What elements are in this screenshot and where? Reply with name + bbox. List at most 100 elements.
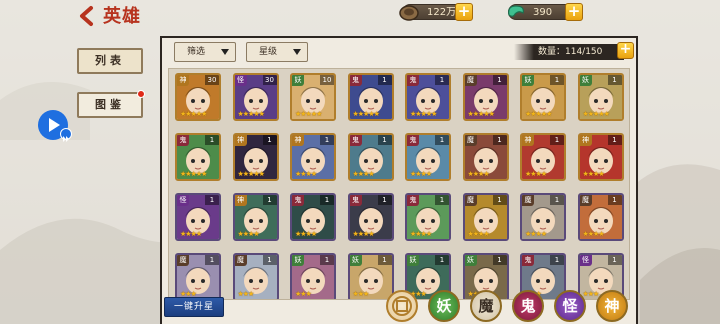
hero-stars: ★★★★ bbox=[525, 230, 547, 238]
hero-card[interactable]: 鬼 1 ★★★★★ bbox=[347, 73, 394, 121]
hero-stars: ★★★★ bbox=[295, 230, 317, 238]
hero-faction-badge: 妖 bbox=[407, 255, 419, 266]
hero-card[interactable]: 魔 1 ★★★★ bbox=[462, 133, 509, 181]
hero-level: 1 bbox=[435, 75, 449, 85]
hero-card[interactable]: 妖 1 ★★★★★ bbox=[577, 73, 624, 121]
hero-level: 30 bbox=[205, 75, 219, 85]
faction-filter-all[interactable] bbox=[386, 290, 418, 322]
one-click-upgrade-button[interactable]: 一键升星 bbox=[164, 297, 224, 317]
top-bar: 英雄 122万 + 390 + bbox=[0, 0, 720, 34]
hero-level: 1 bbox=[377, 195, 392, 205]
faction-filter-mo[interactable]: 魔 bbox=[470, 290, 502, 322]
faction-filter-shen[interactable]: 神 bbox=[596, 290, 628, 322]
hero-card[interactable]: 妖 1 ★★★ bbox=[347, 253, 394, 299]
hero-stars: ★★★★★ bbox=[582, 110, 610, 118]
tab-list-label: 列表 bbox=[95, 54, 125, 67]
faction-filter-yao[interactable]: 妖 bbox=[428, 290, 460, 322]
hero-faction-badge: 神 bbox=[522, 135, 534, 146]
hero-stars: ★★★★★ bbox=[410, 110, 437, 118]
hero-card[interactable]: 神 30 ★★★★★ bbox=[175, 73, 221, 121]
hero-card[interactable]: 魔 1 ★★★★★ bbox=[462, 73, 509, 121]
hero-level: 1 bbox=[435, 255, 449, 265]
hero-stars: ★★★★ bbox=[352, 230, 375, 238]
hero-stars: ★★★ bbox=[582, 290, 600, 298]
expand-capacity-button[interactable]: + bbox=[617, 42, 634, 59]
hero-faction-badge: 神 bbox=[234, 195, 247, 206]
faction-filter-gui-label: 鬼 bbox=[520, 297, 536, 315]
hero-stars: ★★★ bbox=[352, 290, 370, 298]
hero-faction-badge: 鬼 bbox=[407, 195, 419, 206]
hero-card[interactable]: 神 1 ★★★★★ bbox=[232, 133, 279, 181]
hero-faction-badge: 魔 bbox=[234, 255, 247, 266]
hero-level: 1 bbox=[262, 195, 277, 205]
hero-card[interactable]: 魔 1 ★★★★ bbox=[520, 193, 566, 241]
tab-codex[interactable]: 图鉴 bbox=[77, 90, 145, 118]
hero-card[interactable]: 鬼 1 ★★★★ bbox=[405, 193, 451, 241]
hero-stars: ★★★★ bbox=[467, 170, 490, 178]
hero-card[interactable]: 妖 10 ★★★★★ bbox=[290, 73, 336, 121]
add-jade-button[interactable]: + bbox=[565, 3, 583, 21]
coin-icon bbox=[399, 5, 419, 21]
hero-card[interactable]: 妖 1 ★★★ bbox=[290, 253, 336, 299]
hero-card[interactable]: 妖 1 ★★★★★ bbox=[520, 73, 566, 121]
hero-stars: ★★★★★ bbox=[237, 110, 265, 118]
hero-card[interactable]: 鬼 1 ★★★★ bbox=[290, 193, 336, 241]
hero-stars: ★★★★★ bbox=[467, 110, 495, 118]
hero-stars: ★★★★ bbox=[582, 230, 605, 238]
hero-level: 1 bbox=[492, 255, 507, 265]
chevron-down-icon bbox=[293, 49, 301, 55]
hero-level: 1 bbox=[320, 135, 334, 145]
hero-card[interactable]: 怪 30 ★★★★★ bbox=[232, 73, 279, 121]
hero-faction-badge: 魔 bbox=[464, 195, 477, 206]
faction-filter-guai-label: 怪 bbox=[562, 297, 578, 315]
hero-level: 1 bbox=[435, 135, 449, 145]
hero-card[interactable]: 鬼 1 ★★★★ bbox=[347, 193, 394, 241]
hero-faction-badge: 魔 bbox=[177, 255, 189, 266]
tab-list[interactable]: 列表 bbox=[77, 48, 143, 74]
faction-filter-gui[interactable]: 鬼 bbox=[512, 290, 544, 322]
hero-level: 1 bbox=[262, 255, 277, 265]
hero-card[interactable]: 神 1 ★★★★ bbox=[520, 133, 566, 181]
hero-card[interactable]: 怪 1 ★★★★ bbox=[175, 193, 221, 241]
filter-dropdown[interactable]: 筛选 bbox=[174, 42, 236, 62]
hero-level: 10 bbox=[320, 75, 334, 85]
hero-faction-badge: 神 bbox=[579, 135, 592, 146]
hero-stars: ★★★★ bbox=[180, 230, 202, 238]
jade-icon bbox=[508, 5, 524, 17]
hero-card[interactable]: 鬼 1 ★★★★ bbox=[347, 133, 394, 181]
hero-stars: ★★★★ bbox=[525, 170, 547, 178]
hero-card[interactable]: 鬼 1 ★★★★★ bbox=[405, 73, 451, 121]
hero-card[interactable]: 魔 1 ★★★ bbox=[175, 253, 221, 299]
hero-card[interactable]: 鬼 1 ★★★★★ bbox=[175, 133, 221, 181]
hero-stars: ★★★★★ bbox=[180, 170, 207, 178]
hero-level: 1 bbox=[607, 255, 622, 265]
faction-filter-yao-label: 妖 bbox=[436, 297, 452, 315]
hero-card[interactable]: 魔 1 ★★★ bbox=[232, 253, 279, 299]
star-dropdown[interactable]: 星级 bbox=[246, 42, 308, 62]
faction-filter-guai[interactable]: 怪 bbox=[554, 290, 586, 322]
page-title: 英雄 bbox=[103, 6, 141, 27]
hero-stars: ★★★★★ bbox=[525, 110, 552, 118]
back-arrow-icon[interactable] bbox=[76, 5, 98, 27]
hero-level: 1 bbox=[377, 135, 392, 145]
hero-level: 1 bbox=[492, 135, 507, 145]
hero-grid: 神 30 ★★★★★ 怪 30 ★★★★★ 妖 10 ★★★★★ 鬼 1 ★★★★★ 鬼 1 ★★★★★ 魔 1… bbox=[168, 68, 630, 300]
notification-dot bbox=[137, 90, 145, 98]
hero-faction-badge: 魔 bbox=[464, 135, 477, 146]
fast-forward-icon bbox=[60, 128, 72, 142]
hero-faction-badge: 妖 bbox=[292, 255, 304, 266]
hero-stars: ★★★★ bbox=[237, 230, 260, 238]
hero-stars: ★★★★ bbox=[410, 170, 432, 178]
add-coins-button[interactable]: + bbox=[455, 3, 473, 21]
hero-level: 1 bbox=[492, 75, 507, 85]
hero-faction-badge: 鬼 bbox=[349, 195, 362, 206]
hero-card[interactable]: 魔 1 ★★★★ bbox=[462, 193, 509, 241]
hero-level: 1 bbox=[550, 75, 564, 85]
hero-card[interactable]: 神 1 ★★★★ bbox=[290, 133, 336, 181]
hero-level: 1 bbox=[320, 195, 334, 205]
hero-card[interactable]: 鬼 1 ★★★★ bbox=[405, 133, 451, 181]
hero-card[interactable]: 神 1 ★★★★ bbox=[232, 193, 279, 241]
hero-card[interactable]: 魔 1 ★★★★ bbox=[577, 193, 624, 241]
hero-card[interactable]: 神 1 ★★★★ bbox=[577, 133, 624, 181]
hero-stars: ★★★★★ bbox=[352, 110, 380, 118]
